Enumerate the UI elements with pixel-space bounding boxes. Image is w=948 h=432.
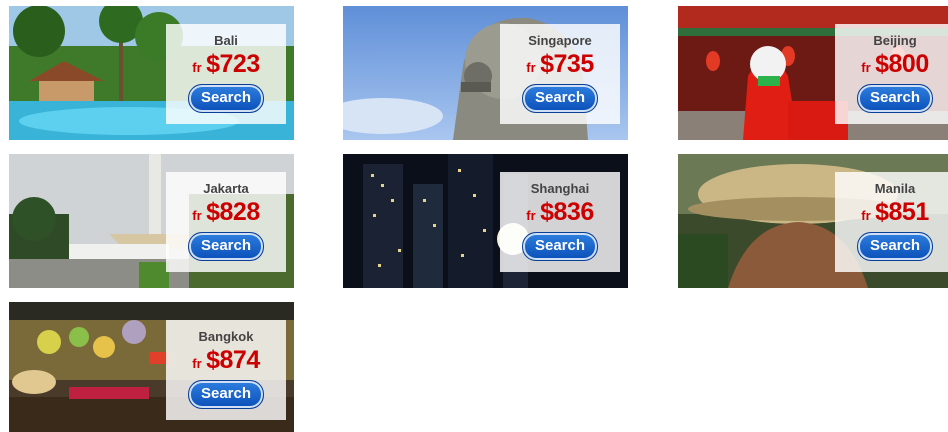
city-name: Singapore — [528, 33, 592, 48]
price: $851 — [875, 198, 929, 226]
deal-card-manila[interactable]: Manila fr $851 Search — [678, 154, 948, 288]
price-row: fr $836 — [500, 198, 620, 230]
price: $874 — [206, 346, 260, 374]
price: $723 — [206, 50, 260, 78]
search-button[interactable]: Search — [857, 232, 933, 261]
price-row: fr $735 — [500, 50, 620, 82]
deal-panel: Bangkok fr $874 Search — [166, 320, 286, 420]
deal-card-bangkok[interactable]: Bangkok fr $874 Search — [9, 302, 294, 432]
price: $836 — [540, 198, 594, 226]
deal-panel: Shanghai fr $836 Search — [500, 172, 620, 272]
search-button[interactable]: Search — [522, 232, 598, 261]
search-button[interactable]: Search — [188, 84, 264, 113]
city-name: Manila — [874, 181, 916, 196]
from-label: fr — [861, 60, 871, 75]
deal-card-singapore[interactable]: Singapore fr $735 Search — [343, 6, 628, 140]
from-label: fr — [861, 208, 871, 223]
deal-card-beijing[interactable]: Beijing fr $800 Search — [678, 6, 948, 140]
destination-deals-grid: Bali fr $723 Search Singapore fr $735 Se… — [0, 0, 948, 432]
city-name: Bali — [214, 33, 238, 48]
search-button[interactable]: Search — [188, 232, 264, 261]
from-label: fr — [526, 60, 536, 75]
city-name: Beijing — [873, 33, 917, 48]
city-name: Shanghai — [530, 181, 590, 196]
deal-panel: Bali fr $723 Search — [166, 24, 286, 124]
deal-panel: Manila fr $851 Search — [835, 172, 948, 272]
search-button[interactable]: Search — [857, 84, 933, 113]
deal-panel: Singapore fr $735 Search — [500, 24, 620, 124]
price: $735 — [540, 50, 594, 78]
price-row: fr $828 — [166, 198, 286, 230]
from-label: fr — [526, 208, 536, 223]
price: $800 — [875, 50, 929, 78]
price-row: fr $851 — [835, 198, 948, 230]
search-button[interactable]: Search — [522, 84, 598, 113]
deal-panel: Beijing fr $800 Search — [835, 24, 948, 124]
from-label: fr — [192, 208, 202, 223]
search-button[interactable]: Search — [188, 380, 264, 409]
deal-card-shanghai[interactable]: Shanghai fr $836 Search — [343, 154, 628, 288]
from-label: fr — [192, 60, 202, 75]
deal-card-bali[interactable]: Bali fr $723 Search — [9, 6, 294, 140]
from-label: fr — [192, 356, 202, 371]
deal-panel: Jakarta fr $828 Search — [166, 172, 286, 272]
city-name: Bangkok — [198, 329, 254, 344]
price: $828 — [206, 198, 260, 226]
city-name: Jakarta — [203, 181, 249, 196]
deal-card-jakarta[interactable]: Jakarta fr $828 Search — [9, 154, 294, 288]
price-row: fr $723 — [166, 50, 286, 82]
price-row: fr $800 — [835, 50, 948, 82]
price-row: fr $874 — [166, 346, 286, 378]
